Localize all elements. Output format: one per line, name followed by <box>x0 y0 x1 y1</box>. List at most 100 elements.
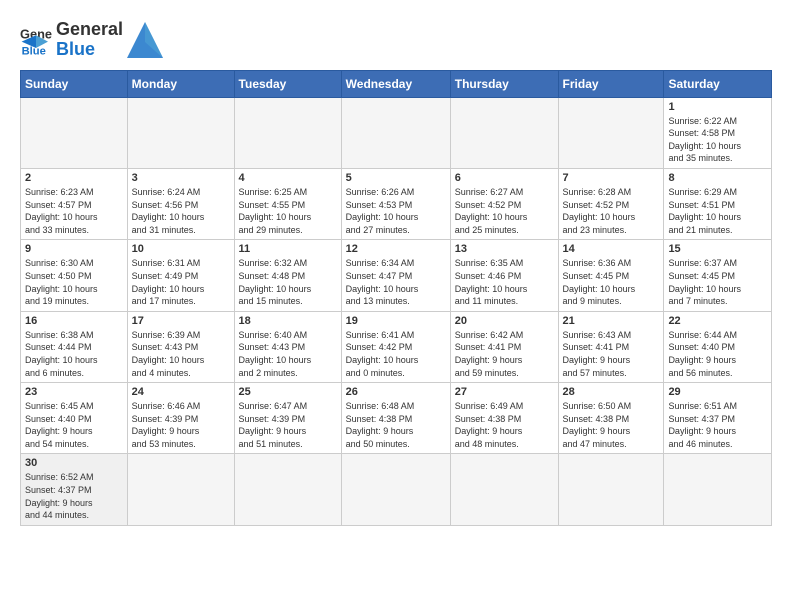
calendar-cell: 16 Sunrise: 6:38 AM Sunset: 4:44 PM Dayli… <box>21 311 128 382</box>
weekday-header-saturday: Saturday <box>664 70 772 97</box>
day-info: Sunrise: 6:46 AM Sunset: 4:39 PM Dayligh… <box>132 400 230 450</box>
day-info: Sunrise: 6:39 AM Sunset: 4:43 PM Dayligh… <box>132 329 230 379</box>
day-number: 30 <box>25 457 123 469</box>
header: General Blue General Blue <box>20 20 772 60</box>
calendar-cell: 5Sunrise: 6:26 AM Sunset: 4:53 PM Daylig… <box>341 168 450 239</box>
calendar-cell: 13 Sunrise: 6:35 AM Sunset: 4:46 PM Dayli… <box>450 240 558 311</box>
day-number: 1 <box>668 101 767 113</box>
calendar-cell: 24 Sunrise: 6:46 AM Sunset: 4:39 PM Dayli… <box>127 383 234 454</box>
day-number: 29 <box>668 386 767 398</box>
day-number: 2 <box>25 172 123 184</box>
calendar-cell: 10Sunrise: 6:31 AM Sunset: 4:49 PM Dayli… <box>127 240 234 311</box>
calendar-cell <box>127 454 234 525</box>
calendar-week-row: 1 Sunrise: 6:22 AM Sunset: 4:58 PM Daylig… <box>21 97 772 168</box>
day-info: Sunrise: 6:36 AM Sunset: 4:45 PM Dayligh… <box>563 257 660 307</box>
weekday-header-row: SundayMondayTuesdayWednesdayThursdayFrid… <box>21 70 772 97</box>
weekday-header-sunday: Sunday <box>21 70 128 97</box>
day-info: Sunrise: 6:40 AM Sunset: 4:43 PM Dayligh… <box>239 329 337 379</box>
calendar-cell: 15 Sunrise: 6:37 AM Sunset: 4:45 PM Dayli… <box>664 240 772 311</box>
day-info: Sunrise: 6:37 AM Sunset: 4:45 PM Dayligh… <box>668 257 767 307</box>
weekday-header-wednesday: Wednesday <box>341 70 450 97</box>
logo-triangle-icon <box>127 22 163 58</box>
day-info: Sunrise: 6:44 AM Sunset: 4:40 PM Dayligh… <box>668 329 767 379</box>
calendar-cell <box>127 97 234 168</box>
day-number: 26 <box>346 386 446 398</box>
calendar-cell: 21Sunrise: 6:43 AM Sunset: 4:41 PM Dayli… <box>558 311 664 382</box>
day-info: Sunrise: 6:43 AM Sunset: 4:41 PM Dayligh… <box>563 329 660 379</box>
day-info: Sunrise: 6:24 AM Sunset: 4:56 PM Dayligh… <box>132 186 230 236</box>
day-info: Sunrise: 6:52 AM Sunset: 4:37 PM Dayligh… <box>25 471 123 521</box>
weekday-header-monday: Monday <box>127 70 234 97</box>
day-number: 20 <box>455 315 554 327</box>
calendar-cell: 26 Sunrise: 6:48 AM Sunset: 4:38 PM Dayli… <box>341 383 450 454</box>
calendar-week-row: 16 Sunrise: 6:38 AM Sunset: 4:44 PM Dayli… <box>21 311 772 382</box>
calendar-cell <box>234 454 341 525</box>
day-info: Sunrise: 6:29 AM Sunset: 4:51 PM Dayligh… <box>668 186 767 236</box>
calendar-cell <box>558 97 664 168</box>
weekday-header-thursday: Thursday <box>450 70 558 97</box>
day-info: Sunrise: 6:51 AM Sunset: 4:37 PM Dayligh… <box>668 400 767 450</box>
day-info: Sunrise: 6:26 AM Sunset: 4:53 PM Dayligh… <box>346 186 446 236</box>
day-info: Sunrise: 6:50 AM Sunset: 4:38 PM Dayligh… <box>563 400 660 450</box>
calendar-week-row: 30 Sunrise: 6:52 AM Sunset: 4:37 PM Dayli… <box>21 454 772 525</box>
day-number: 13 <box>455 243 554 255</box>
calendar-cell: 22Sunrise: 6:44 AM Sunset: 4:40 PM Dayli… <box>664 311 772 382</box>
calendar-cell <box>450 454 558 525</box>
weekday-header-friday: Friday <box>558 70 664 97</box>
weekday-header-tuesday: Tuesday <box>234 70 341 97</box>
day-info: Sunrise: 6:49 AM Sunset: 4:38 PM Dayligh… <box>455 400 554 450</box>
day-info: Sunrise: 6:35 AM Sunset: 4:46 PM Dayligh… <box>455 257 554 307</box>
day-number: 4 <box>239 172 337 184</box>
day-number: 3 <box>132 172 230 184</box>
calendar-cell <box>341 454 450 525</box>
day-info: Sunrise: 6:25 AM Sunset: 4:55 PM Dayligh… <box>239 186 337 236</box>
day-number: 9 <box>25 243 123 255</box>
calendar-cell: 4 Sunrise: 6:25 AM Sunset: 4:55 PM Daylig… <box>234 168 341 239</box>
day-info: Sunrise: 6:47 AM Sunset: 4:39 PM Dayligh… <box>239 400 337 450</box>
calendar-cell: 23Sunrise: 6:45 AM Sunset: 4:40 PM Dayli… <box>21 383 128 454</box>
calendar-cell <box>558 454 664 525</box>
calendar-cell: 6Sunrise: 6:27 AM Sunset: 4:52 PM Daylig… <box>450 168 558 239</box>
calendar-cell: 27Sunrise: 6:49 AM Sunset: 4:38 PM Dayli… <box>450 383 558 454</box>
day-number: 25 <box>239 386 337 398</box>
calendar-cell: 8 Sunrise: 6:29 AM Sunset: 4:51 PM Daylig… <box>664 168 772 239</box>
calendar-week-row: 9Sunrise: 6:30 AM Sunset: 4:50 PM Daylig… <box>21 240 772 311</box>
day-info: Sunrise: 6:34 AM Sunset: 4:47 PM Dayligh… <box>346 257 446 307</box>
day-info: Sunrise: 6:22 AM Sunset: 4:58 PM Dayligh… <box>668 115 767 165</box>
day-info: Sunrise: 6:23 AM Sunset: 4:57 PM Dayligh… <box>25 186 123 236</box>
calendar-cell: 7 Sunrise: 6:28 AM Sunset: 4:52 PM Daylig… <box>558 168 664 239</box>
calendar-cell: 25 Sunrise: 6:47 AM Sunset: 4:39 PM Dayli… <box>234 383 341 454</box>
calendar-cell: 14 Sunrise: 6:36 AM Sunset: 4:45 PM Dayli… <box>558 240 664 311</box>
calendar-cell: 2 Sunrise: 6:23 AM Sunset: 4:57 PM Daylig… <box>21 168 128 239</box>
day-number: 11 <box>239 243 337 255</box>
day-number: 19 <box>346 315 446 327</box>
day-number: 8 <box>668 172 767 184</box>
day-number: 7 <box>563 172 660 184</box>
calendar-cell: 29 Sunrise: 6:51 AM Sunset: 4:37 PM Dayli… <box>664 383 772 454</box>
day-number: 14 <box>563 243 660 255</box>
calendar-week-row: 2 Sunrise: 6:23 AM Sunset: 4:57 PM Daylig… <box>21 168 772 239</box>
day-info: Sunrise: 6:42 AM Sunset: 4:41 PM Dayligh… <box>455 329 554 379</box>
calendar-cell: 12Sunrise: 6:34 AM Sunset: 4:47 PM Dayli… <box>341 240 450 311</box>
day-number: 23 <box>25 386 123 398</box>
day-info: Sunrise: 6:28 AM Sunset: 4:52 PM Dayligh… <box>563 186 660 236</box>
calendar-cell <box>234 97 341 168</box>
day-number: 16 <box>25 315 123 327</box>
logo: General Blue General Blue <box>20 20 163 60</box>
calendar-week-row: 23Sunrise: 6:45 AM Sunset: 4:40 PM Dayli… <box>21 383 772 454</box>
day-info: Sunrise: 6:48 AM Sunset: 4:38 PM Dayligh… <box>346 400 446 450</box>
calendar-table: SundayMondayTuesdayWednesdayThursdayFrid… <box>20 70 772 526</box>
day-number: 10 <box>132 243 230 255</box>
calendar-cell <box>664 454 772 525</box>
day-info: Sunrise: 6:27 AM Sunset: 4:52 PM Dayligh… <box>455 186 554 236</box>
logo-icon: General Blue <box>20 24 52 56</box>
calendar-page: General Blue General Blue SundayMondayTu… <box>0 0 792 612</box>
day-number: 15 <box>668 243 767 255</box>
day-number: 18 <box>239 315 337 327</box>
calendar-cell: 1 Sunrise: 6:22 AM Sunset: 4:58 PM Daylig… <box>664 97 772 168</box>
calendar-cell: 28Sunrise: 6:50 AM Sunset: 4:38 PM Dayli… <box>558 383 664 454</box>
svg-text:Blue: Blue <box>22 45 46 56</box>
day-number: 24 <box>132 386 230 398</box>
day-info: Sunrise: 6:38 AM Sunset: 4:44 PM Dayligh… <box>25 329 123 379</box>
day-number: 17 <box>132 315 230 327</box>
